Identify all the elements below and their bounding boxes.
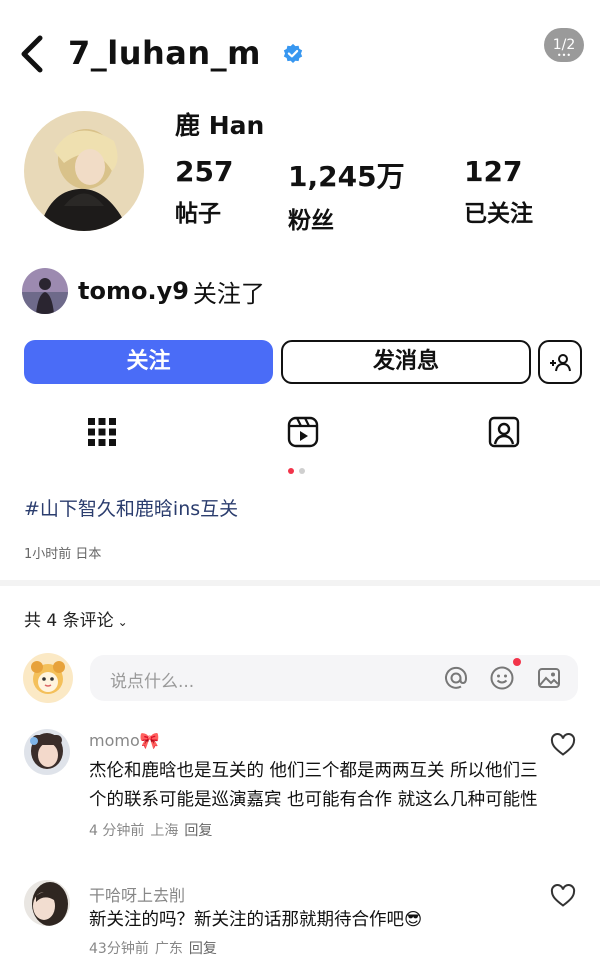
- like-heart-icon[interactable]: [550, 733, 576, 757]
- reels-icon[interactable]: [285, 414, 321, 450]
- comment-location: 广东: [154, 941, 183, 957]
- cartoon-avatar-icon: [23, 653, 73, 703]
- image-page-indicator: 1/2 •••: [544, 28, 584, 62]
- comment-location: 上海: [150, 823, 179, 839]
- comment-count-label: 共 4 条评论: [24, 611, 114, 631]
- mention-icon[interactable]: [443, 665, 469, 691]
- my-avatar: [23, 653, 73, 703]
- chevron-down-icon: ⌄: [117, 615, 128, 629]
- commenter-photo-icon: [24, 729, 70, 775]
- more-dots-icon[interactable]: •••: [544, 52, 584, 60]
- comment-avatar[interactable]: [24, 880, 70, 926]
- comment-text: 杰伦和鹿晗也是互关的 他们三个都是两两互关 所以他们三个的联系可能是巡演嘉宾 也…: [89, 761, 538, 810]
- add-person-icon: [550, 354, 571, 372]
- posts-stat[interactable]: 257 帖子: [175, 155, 233, 228]
- verified-badge-icon: [283, 43, 303, 63]
- comment-avatar[interactable]: [24, 729, 70, 775]
- follower-avatar: [22, 268, 68, 314]
- display-name: 鹿 Han: [175, 111, 265, 140]
- grid-icon[interactable]: [84, 414, 120, 450]
- tagged-icon[interactable]: [486, 414, 522, 450]
- profile-avatar[interactable]: [24, 111, 144, 231]
- post-location: 日本: [75, 547, 102, 562]
- comment-username[interactable]: 干哈呀上去削: [89, 882, 185, 906]
- followers-count: 1,245万: [288, 160, 405, 193]
- comment-text: 新关注的吗？新关注的话那就期待合作吧😎: [89, 910, 423, 930]
- carousel-dots: [288, 468, 305, 474]
- emoji-notification-dot: [513, 658, 521, 666]
- comment-count-toggle[interactable]: 共 4 条评论 ⌄: [24, 606, 128, 631]
- comment-input[interactable]: 说点什么...: [90, 655, 578, 701]
- message-button[interactable]: 发消息: [281, 340, 531, 384]
- suggest-users-button[interactable]: [538, 340, 582, 384]
- posts-count: 257: [175, 155, 234, 188]
- following-label: 已关注: [464, 201, 533, 227]
- comment-body: 新关注的吗？新关注的话那就期待合作吧😎 43分钟前 广东 回复: [89, 906, 539, 961]
- post-meta: 1小时前 日本: [24, 543, 101, 562]
- reply-link[interactable]: 回复: [184, 823, 212, 839]
- reply-link[interactable]: 回复: [189, 941, 217, 957]
- followed-by-username[interactable]: tomo.y9: [78, 277, 189, 305]
- image-picker-icon[interactable]: [536, 665, 562, 691]
- like-heart-icon[interactable]: [550, 884, 576, 908]
- profile-tabs: [0, 410, 600, 456]
- emoji-icon[interactable]: [489, 665, 515, 691]
- followers-stat[interactable]: 1,245万 粉丝: [288, 155, 405, 235]
- back-arrow-icon[interactable]: [16, 34, 50, 74]
- profile-header: 7_luhan_m 1/2 •••: [16, 28, 584, 84]
- comment-input-placeholder: 说点什么...: [110, 672, 195, 692]
- follower-photo-icon: [22, 268, 68, 314]
- post-hashtag[interactable]: #山下智久和鹿晗ins互关: [24, 494, 238, 521]
- following-stat[interactable]: 127 已关注: [464, 155, 533, 228]
- carousel-dot-active: [288, 468, 294, 474]
- posts-label: 帖子: [175, 201, 221, 227]
- followed-by-row[interactable]: tomo.y9 关注了: [22, 267, 265, 315]
- profile-username: 7_luhan_m: [68, 34, 262, 72]
- comment-time: 4 分钟前: [89, 823, 145, 839]
- commenter-photo-icon: [24, 880, 70, 926]
- followers-label: 粉丝: [288, 208, 334, 234]
- comment-time: 43分钟前: [89, 941, 149, 957]
- profile-photo-icon: [24, 111, 144, 231]
- comment-meta: 4 分钟前 上海 回复: [89, 823, 218, 839]
- followed-by-suffix: 关注了: [192, 279, 265, 308]
- post-time: 1小时前: [24, 547, 72, 562]
- comment-meta: 43分钟前 广东 回复: [89, 935, 539, 961]
- following-count: 127: [464, 155, 523, 188]
- section-divider: [0, 580, 600, 586]
- comment-body: 杰伦和鹿晗也是互关的 他们三个都是两两互关 所以他们三个的联系可能是巡演嘉宾 也…: [89, 757, 539, 846]
- comment-username[interactable]: momo🎀: [89, 731, 160, 750]
- follow-button[interactable]: 关注: [24, 340, 273, 384]
- carousel-dot: [299, 468, 305, 474]
